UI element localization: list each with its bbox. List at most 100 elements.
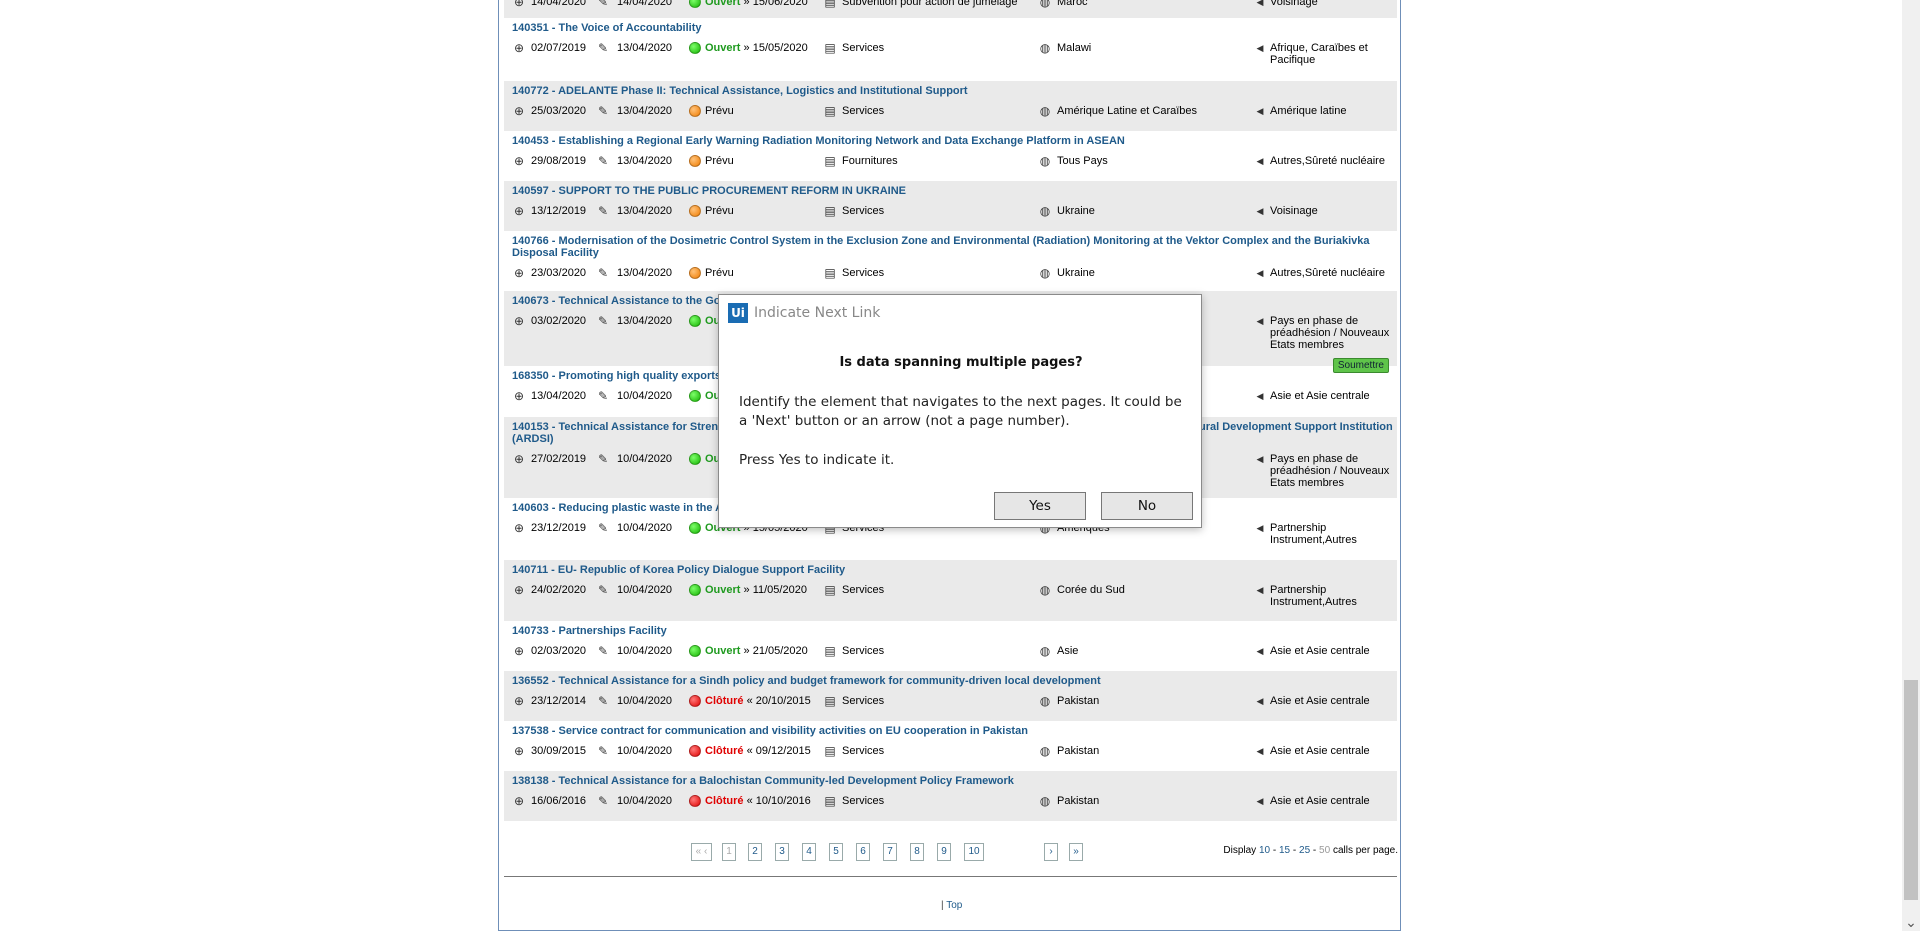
status-dot-icon [689, 745, 701, 757]
row-meta: ⊕ 13/12/2019 ✎ 13/04/2020 Prévu ▤ Services ◍ Ukr… [512, 205, 1389, 225]
row-title-link[interactable]: 140453 - Establishing a Regional Early W… [512, 135, 1389, 147]
globe-icon: ⊕ [513, 314, 525, 328]
row-title-link[interactable]: 140597 - SUPPORT TO THE PUBLIC PROCUREME… [512, 185, 1389, 197]
update-date: 10/04/2020 [617, 453, 673, 465]
row-title-link[interactable]: 136552 - Technical Assistance for a Sind… [512, 675, 1389, 687]
globe-icon: ⊕ [513, 389, 525, 403]
contract-type: Services [842, 584, 885, 596]
megaphone-icon: ◀ [1256, 106, 1264, 116]
scrollbar-thumb[interactable] [1904, 680, 1918, 900]
yes-button[interactable]: Yes [994, 492, 1086, 520]
status-label: Prévu [705, 267, 734, 279]
pager-page-2[interactable]: 2 [748, 843, 762, 861]
publication-date: 27/02/2019 [531, 453, 587, 465]
row-title-link[interactable]: 140733 - Partnerships Facility [512, 625, 1389, 637]
pager-page-3[interactable]: 3 [775, 843, 789, 861]
footer-separator: | [941, 900, 944, 911]
publication-date: 14/04/2020 [531, 0, 587, 8]
region: Amérique latine [1270, 105, 1347, 117]
row-title-link-tail[interactable]: ural Development Support Institution [1199, 421, 1393, 433]
publication-date: 13/12/2019 [531, 205, 587, 217]
pager-page-6[interactable]: 6 [856, 843, 870, 861]
status-label: Ouvert [705, 42, 741, 54]
status-label: Prévu [705, 205, 734, 217]
row-title-link[interactable]: 140351 - The Voice of Accountability [512, 22, 1389, 34]
status-dot-icon [689, 105, 701, 117]
per-page-25[interactable]: 25 [1299, 845, 1310, 856]
row-meta: ⊕ 29/08/2019 ✎ 13/04/2020 Prévu ▤ Fournitures ◍… [512, 155, 1389, 175]
globe-icon: ⊕ [513, 744, 525, 758]
footer-divider [504, 876, 1397, 877]
book-icon: ▤ [824, 644, 836, 658]
row-meta: ⊕ 02/03/2020 ✎ 10/04/2020 Ouvert » 21/05/202… [512, 645, 1389, 665]
pager-page-4[interactable]: 4 [802, 843, 816, 861]
location-icon: ◍ [1039, 0, 1051, 9]
contract-type: Services [842, 795, 885, 807]
pagination: « ‹ 1 2 3 4 5 6 7 8 9 10 › » Display 10 … [499, 843, 1402, 863]
status-group: Clôturé « 10/10/2016 [705, 795, 811, 807]
row-title-link[interactable]: 137538 - Service contract for communicat… [512, 725, 1389, 737]
pager-page-9[interactable]: 9 [937, 843, 951, 861]
pencil-icon: ✎ [597, 154, 609, 168]
top-link[interactable]: Top [946, 900, 962, 911]
pencil-icon: ✎ [597, 266, 609, 280]
region: Voisinage [1270, 205, 1318, 217]
dialog-heading: Is data spanning multiple pages? [839, 355, 1083, 370]
status-dot-icon [689, 645, 701, 657]
table-row: 140711 - EU- Republic of Korea Policy Di… [504, 560, 1397, 621]
per-page-10[interactable]: 10 [1259, 845, 1270, 856]
update-date: 10/04/2020 [617, 695, 673, 707]
status-group: Prévu [705, 267, 734, 279]
region: Asie et Asie centrale [1270, 745, 1370, 757]
book-icon: ▤ [824, 694, 836, 708]
per-page-50: 50 [1319, 845, 1331, 856]
row-title-link[interactable]: 138138 - Technical Assistance for a Balo… [512, 775, 1389, 787]
region: Asie et Asie centrale [1270, 390, 1370, 402]
contract-type: Services [842, 105, 885, 117]
deadline: » 11/05/2020 [743, 584, 807, 596]
country: Pakistan [1057, 795, 1100, 807]
row-title-link[interactable]: 140772 - ADELANTE Phase II: Technical As… [512, 85, 1389, 97]
pager-page-5[interactable]: 5 [829, 843, 843, 861]
status-dot-icon [689, 795, 701, 807]
region: Voisinage [1270, 0, 1318, 8]
megaphone-icon: ◀ [1256, 646, 1264, 656]
status-group: Ouvert » 11/05/2020 [705, 584, 807, 596]
pager-page-8[interactable]: 8 [910, 843, 924, 861]
contract-type: Services [842, 745, 885, 757]
globe-icon: ⊕ [513, 154, 525, 168]
row-meta: ⊕ 02/07/2019 ✎ 13/04/2020 Ouvert » 15/05/202… [512, 41, 1389, 66]
deadline: » 21/05/2020 [743, 645, 808, 657]
globe-icon: ⊕ [513, 694, 525, 708]
status-dot-icon [689, 205, 701, 217]
status-group: Ouvert » 15/05/2020 [705, 42, 808, 54]
submit-button[interactable]: Soumettre [1332, 358, 1389, 373]
row-meta: ⊕ 23/12/2014 ✎ 10/04/2020 Clôturé « 20/10/20… [512, 695, 1389, 715]
row-title-link[interactable]: 140711 - EU- Republic of Korea Policy Di… [512, 564, 1389, 576]
megaphone-icon: ◀ [1256, 0, 1264, 7]
pager-next[interactable]: › [1044, 843, 1058, 861]
per-page-selector: Display 10 - 15 - 25 - 50 calls per page… [1223, 845, 1398, 856]
pager-page-7[interactable]: 7 [883, 843, 897, 861]
book-icon: ▤ [824, 41, 836, 55]
dialog-message: Identify the element that navigates to t… [739, 394, 1182, 429]
contract-type: Services [842, 205, 885, 217]
status-dot-icon [689, 42, 701, 54]
update-date: 13/04/2020 [617, 315, 673, 327]
update-date: 13/04/2020 [617, 42, 673, 54]
pencil-icon: ✎ [597, 0, 609, 9]
table-row: 140766 - Modernisation of the Dosimetric… [504, 231, 1397, 291]
row-title-link[interactable]: 140766 - Modernisation of the Dosimetric… [512, 235, 1389, 259]
per-page-15[interactable]: 15 [1279, 845, 1290, 856]
location-icon: ◍ [1039, 744, 1051, 758]
pager-last[interactable]: » [1069, 843, 1083, 861]
vertical-scrollbar[interactable]: ⌄ [1902, 0, 1920, 931]
no-button[interactable]: No [1101, 492, 1193, 520]
region: Partnership Instrument,Autres [1270, 584, 1357, 608]
publication-date: 02/03/2020 [531, 645, 587, 657]
book-icon: ▤ [824, 204, 836, 218]
pager-page-10[interactable]: 10 [964, 843, 984, 861]
region: Pays en phase de préadhésion / Nouveaux … [1270, 315, 1390, 351]
country: Corée du Sud [1057, 584, 1125, 596]
scroll-down-arrow-icon[interactable]: ⌄ [1902, 913, 1920, 931]
